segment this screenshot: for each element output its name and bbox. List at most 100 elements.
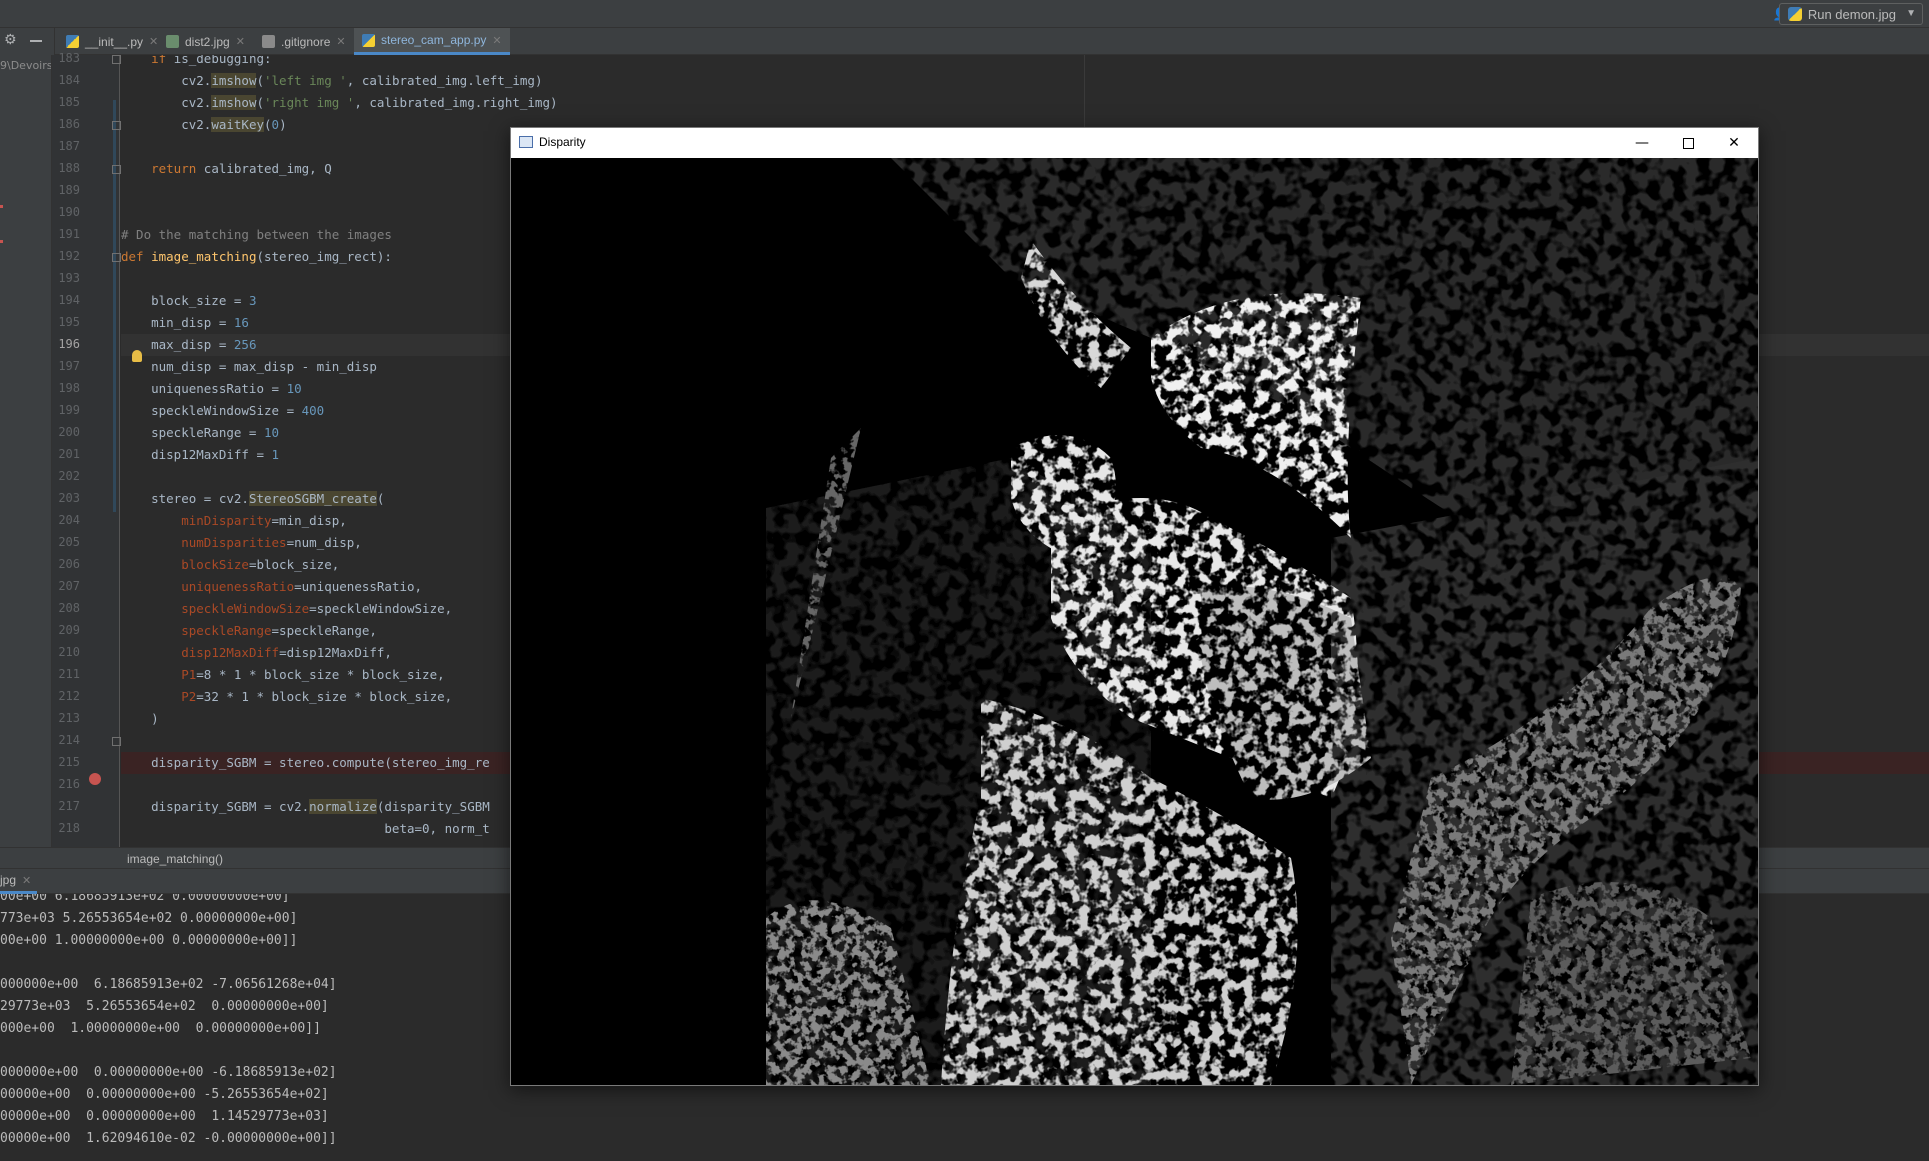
code-line[interactable]: cv2.imshow('right img ', calibrated_img.…: [121, 92, 558, 114]
line-number[interactable]: 209: [52, 623, 80, 637]
line-number[interactable]: 214: [52, 733, 80, 747]
line-number[interactable]: 204: [52, 513, 80, 527]
line-number[interactable]: 194: [52, 293, 80, 307]
code-line[interactable]: if is_debugging:: [121, 55, 271, 70]
code-line[interactable]: speckleRange = 10: [121, 422, 279, 444]
code-line[interactable]: min_disp = 16: [121, 312, 249, 334]
console-line: 000000e+00 0.00000000e+00 -6.18685913e+0…: [0, 1065, 337, 1080]
maximize-button[interactable]: [1665, 128, 1711, 158]
run-configuration-dropdown[interactable]: Run demon.jpg ▼: [1778, 3, 1923, 25]
breakpoint-icon[interactable]: [89, 773, 101, 785]
line-number[interactable]: 187: [52, 139, 80, 153]
code-line[interactable]: P1=8 * 1 * block_size * block_size,: [121, 664, 444, 686]
code-line[interactable]: # Do the matching between the images: [121, 224, 392, 246]
line-number[interactable]: 218: [52, 821, 80, 835]
code-line[interactable]: beta=0, norm_t: [121, 818, 489, 840]
code-line[interactable]: block_size = 3: [121, 290, 256, 312]
minimize-button[interactable]: —: [1619, 128, 1665, 158]
code-line[interactable]: cv2.imshow('left img ', calibrated_img.l…: [121, 70, 542, 92]
code-line[interactable]: disp12MaxDiff = 1: [121, 444, 279, 466]
main-toolbar: 👤▾ Run demon.jpg ▼: [0, 0, 1929, 28]
line-number[interactable]: 185: [52, 95, 80, 109]
tab-run[interactable]: jpg ✕: [0, 869, 38, 894]
console-line: 00000e+00 1.62094610e-02 -0.00000000e+00…: [0, 1131, 337, 1146]
gear-icon[interactable]: ⚙: [4, 32, 17, 48]
line-number[interactable]: 193: [52, 271, 80, 285]
close-button[interactable]: ✕: [1711, 128, 1757, 158]
line-number[interactable]: 216: [52, 777, 80, 791]
hide-panel-icon[interactable]: [30, 40, 42, 42]
minimize-icon: —: [1635, 135, 1649, 151]
code-line[interactable]: num_disp = max_disp - min_disp: [121, 356, 377, 378]
code-line[interactable]: blockSize=block_size,: [121, 554, 339, 576]
line-number[interactable]: 215: [52, 755, 80, 769]
line-number[interactable]: 208: [52, 601, 80, 615]
code-line[interactable]: return calibrated_img, Q: [121, 158, 332, 180]
code-line[interactable]: ): [121, 708, 159, 730]
window-titlebar[interactable]: Disparity — ✕: [511, 128, 1758, 158]
line-number[interactable]: 198: [52, 381, 80, 395]
line-number[interactable]: 202: [52, 469, 80, 483]
code-line[interactable]: speckleWindowSize = 400: [121, 400, 324, 422]
line-number[interactable]: 197: [52, 359, 80, 373]
editor-tab-bar: ⚙ __init__.py ✕ dist2.jpg ✕ .gitignore ✕…: [0, 28, 1929, 55]
line-number[interactable]: 184: [52, 73, 80, 87]
lightbulb-icon[interactable]: [132, 350, 142, 362]
line-number[interactable]: 203: [52, 491, 80, 505]
line-number[interactable]: 189: [52, 183, 80, 197]
code-line[interactable]: minDisparity=min_disp,: [121, 510, 347, 532]
fold-marker-icon[interactable]: [112, 55, 121, 64]
close-icon[interactable]: ✕: [492, 34, 501, 47]
line-number[interactable]: 213: [52, 711, 80, 725]
breadcrumb-function[interactable]: image_matching(): [127, 852, 223, 866]
project-path: 9\Devoirs: [0, 59, 52, 72]
code-line[interactable]: stereo = cv2.StereoSGBM_create(: [121, 488, 384, 510]
line-number[interactable]: 188: [52, 161, 80, 175]
maximize-icon: [1682, 137, 1694, 149]
line-number[interactable]: 190: [52, 205, 80, 219]
close-icon[interactable]: ✕: [336, 35, 345, 48]
code-line[interactable]: cv2.waitKey(0): [121, 114, 287, 136]
line-number[interactable]: 183: [52, 51, 80, 65]
fold-marker-icon[interactable]: [112, 253, 121, 262]
python-file-icon: [362, 33, 375, 47]
fold-marker-icon[interactable]: [112, 121, 121, 130]
line-number[interactable]: 191: [52, 227, 80, 241]
line-number[interactable]: 206: [52, 557, 80, 571]
close-icon[interactable]: ✕: [236, 35, 245, 48]
window-app-icon: [519, 136, 533, 148]
console-line: 773e+03 5.26553654e+02 0.00000000e+00]: [0, 911, 298, 926]
line-number[interactable]: 200: [52, 425, 80, 439]
image-file-icon: [166, 35, 179, 48]
code-line[interactable]: speckleRange=speckleRange,: [121, 620, 377, 642]
code-line[interactable]: speckleWindowSize=speckleWindowSize,: [121, 598, 452, 620]
line-number[interactable]: 192: [52, 249, 80, 263]
code-line[interactable]: disp12MaxDiff=disp12MaxDiff,: [121, 642, 392, 664]
tab-dist2-jpg[interactable]: dist2.jpg ✕: [158, 28, 253, 55]
line-number[interactable]: 186: [52, 117, 80, 131]
code-line[interactable]: def image_matching(stereo_img_rect):: [121, 246, 392, 268]
line-number[interactable]: 211: [52, 667, 80, 681]
line-number[interactable]: 217: [52, 799, 80, 813]
code-line[interactable]: uniquenessRatio = 10: [121, 378, 302, 400]
line-number[interactable]: 205: [52, 535, 80, 549]
line-number[interactable]: 195: [52, 315, 80, 329]
code-line[interactable]: numDisparities=num_disp,: [121, 532, 362, 554]
tab-label: stereo_cam_app.py: [381, 33, 487, 47]
line-number[interactable]: 212: [52, 689, 80, 703]
line-number[interactable]: 196: [52, 337, 80, 351]
console-line: 29773e+03 5.26553654e+02 0.00000000e+00]: [0, 999, 329, 1014]
line-number[interactable]: 201: [52, 447, 80, 461]
tab-gitignore[interactable]: .gitignore ✕: [254, 28, 354, 55]
line-number[interactable]: 199: [52, 403, 80, 417]
close-icon[interactable]: ✕: [22, 874, 31, 887]
line-number[interactable]: 210: [52, 645, 80, 659]
close-icon[interactable]: ✕: [149, 35, 158, 48]
code-line[interactable]: uniquenessRatio=uniquenessRatio,: [121, 576, 422, 598]
line-number[interactable]: 207: [52, 579, 80, 593]
tab-stereo-cam-app-py[interactable]: stereo_cam_app.py ✕: [354, 28, 510, 55]
code-line[interactable]: disparity_SGBM = cv2.normalize(disparity…: [121, 796, 490, 818]
fold-marker-icon[interactable]: [112, 165, 121, 174]
fold-marker-icon[interactable]: [112, 737, 121, 746]
code-line[interactable]: P2=32 * 1 * block_size * block_size,: [121, 686, 452, 708]
